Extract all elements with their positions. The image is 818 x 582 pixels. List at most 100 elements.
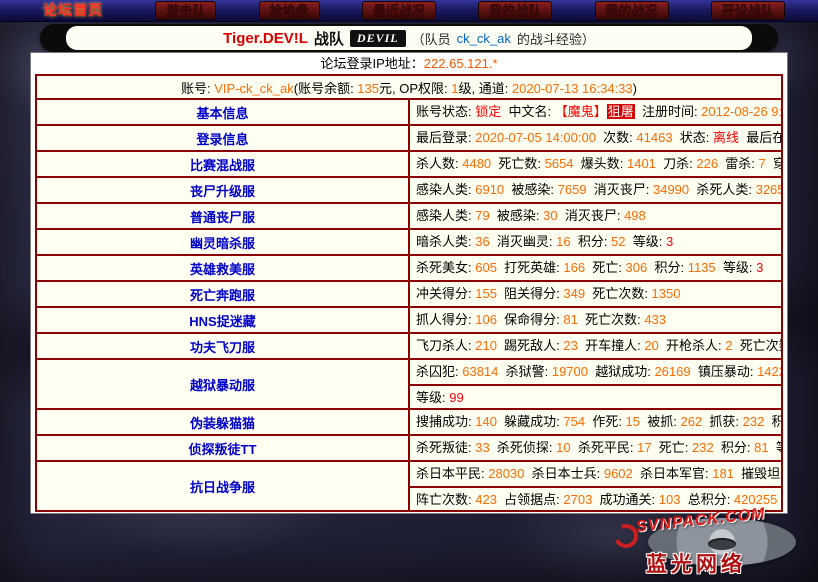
stats-row: 登录信息最后登录: 2020-07-05 14:00:00 次数: 41463 …: [36, 125, 782, 151]
stat-line: 飞刀杀人: 210 踢死敌人: 23 开车撞人: 20 开枪杀人: 2 死亡次数…: [410, 334, 781, 358]
stat-line: 搜捕成功: 140 躲藏成功: 754 作死: 15 被抓: 262 抓获: 2…: [410, 410, 781, 434]
text-segment: 注册时间:: [635, 104, 701, 119]
text-segment: 等级:: [416, 390, 449, 405]
text-segment: 开车撞人:: [578, 338, 644, 353]
text-segment: 6910: [475, 182, 504, 197]
text-segment: 16: [556, 234, 570, 249]
stats-row: 功夫飞刀服飞刀杀人: 210 踢死敌人: 23 开车撞人: 20 开枪杀人: 2…: [36, 333, 782, 359]
stats-row: HNS捉迷藏抓人得分: 106 保命得分: 81 死亡次数: 433: [36, 307, 782, 333]
server-stats: 杀日本平民: 28030 杀日本士兵: 9602 杀日本军官: 181 摧毁坦克…: [409, 461, 782, 511]
text-segment: 最后登录:: [416, 130, 475, 145]
stats-table-body: 账号: VIP-ck_ck_ak(账号余额: 135元, OP权限: 1级, 通…: [36, 75, 782, 511]
nav-item-0[interactable]: 论坛首页: [33, 2, 113, 19]
text-segment: 杀死叛徒:: [416, 440, 475, 455]
text-segment: 33: [475, 440, 489, 455]
navbar: 论坛首页 游击队 抢地盘 最近战况 我的战队 我的战况 开设战队: [0, 0, 818, 22]
text-segment: 死亡次数:: [732, 338, 781, 353]
stat-line: 抓人得分: 106 保命得分: 81 死亡次数: 433: [410, 308, 781, 332]
text-segment: 3: [666, 234, 673, 249]
nav-item-3[interactable]: 最近战况: [362, 1, 436, 20]
text-segment: 杀狱警:: [498, 364, 551, 379]
text-segment: 感染人类:: [416, 208, 475, 223]
text-segment: 感染人类:: [416, 182, 475, 197]
text-segment: 17: [637, 440, 651, 455]
team-name: Tiger.DEV!L: [223, 30, 308, 47]
server-label[interactable]: 普通丧尸服: [36, 203, 409, 229]
text-segment: 踢死敌人:: [497, 338, 563, 353]
server-label[interactable]: 越狱暴动服: [36, 359, 409, 409]
server-label[interactable]: 比赛混战服: [36, 151, 409, 177]
text-segment: 消灭幽灵:: [490, 234, 556, 249]
text-segment: 等级:: [626, 234, 666, 249]
text-segment: 杀日本军官:: [633, 466, 712, 481]
text-segment: 积分:: [571, 234, 611, 249]
text-segment: 积分:: [714, 440, 754, 455]
nav-item-1[interactable]: 游击队: [155, 1, 216, 20]
server-label[interactable]: 伪装躲猫猫: [36, 409, 409, 435]
text-segment: 166: [563, 260, 585, 275]
text-segment: 成功通关:: [592, 492, 658, 507]
stats-row: 英雄救美服杀死美女: 605 打死英雄: 166 死亡: 306 积分: 113…: [36, 255, 782, 281]
text-segment: 摧毁坦克:: [734, 466, 781, 481]
stats-row: 侦探叛徒TT杀死叛徒: 33 杀死侦探: 10 杀死平民: 17 死亡: 232…: [36, 435, 782, 461]
stats-row: 普通丧尸服感染人类: 79 被感染: 30 消灭丧尸: 498: [36, 203, 782, 229]
text-segment: 级, 通道:: [458, 81, 511, 96]
server-label[interactable]: HNS捉迷藏: [36, 307, 409, 333]
stat-line: 暗杀人类: 36 消灭幽灵: 16 积分: 52 等级: 3: [410, 230, 781, 254]
server-label[interactable]: 功夫飞刀服: [36, 333, 409, 359]
text-segment: 210: [475, 338, 497, 353]
text-segment: 抓获:: [702, 414, 742, 429]
text-segment: 杀死平民:: [571, 440, 637, 455]
text-segment: 杀死侦探:: [490, 440, 556, 455]
text-segment: 死亡次数:: [578, 312, 644, 327]
text-segment: 498: [624, 208, 646, 223]
text-segment: 7: [759, 156, 766, 171]
server-stats: 冲关得分: 155 阻关得分: 349 死亡次数: 1350: [409, 281, 782, 307]
text-segment: 锁定: [475, 104, 501, 119]
server-stats: 杀人数: 4480 死亡数: 5654 爆头数: 1401 刀杀: 226 雷杀…: [409, 151, 782, 177]
text-segment: 28030: [488, 466, 524, 481]
text-segment: 1350: [652, 286, 681, 301]
text-segment: 阵亡次数:: [416, 492, 475, 507]
server-label[interactable]: 抗日战争服: [36, 461, 409, 511]
text-segment: 262: [680, 414, 702, 429]
text-segment: 9602: [604, 466, 633, 481]
nav-item-6[interactable]: 开设战队: [711, 1, 785, 20]
text-segment: 135: [357, 81, 379, 96]
server-label[interactable]: 登录信息: [36, 125, 409, 151]
server-label[interactable]: 死亡奔跑服: [36, 281, 409, 307]
server-stats: 暗杀人类: 36 消灭幽灵: 16 积分: 52 等级: 3: [409, 229, 782, 255]
nav-item-5[interactable]: 我的战况: [595, 1, 669, 20]
stats-row: 越狱暴动服杀囚犯: 63814 杀狱警: 19700 越狱成功: 26169 镇…: [36, 359, 782, 409]
server-label[interactable]: 侦探叛徒TT: [36, 435, 409, 461]
nav-item-2[interactable]: 抢地盘: [259, 1, 320, 20]
text-segment: 越狱成功:: [588, 364, 654, 379]
text-segment: 最后在线:: [739, 130, 781, 145]
server-label[interactable]: 基本信息: [36, 99, 409, 125]
banner-subtitle-prefix: （队员: [412, 29, 451, 48]
nav-item-4[interactable]: 我的战队: [478, 1, 552, 20]
stat-line: 账号状态: 锁定 中文名: 【魔鬼】狙屠 注册时间: 2012-08-26 9:…: [410, 100, 781, 124]
text-segment: 状态:: [673, 130, 713, 145]
stats-row: 死亡奔跑服冲关得分: 155 阻关得分: 349 死亡次数: 1350: [36, 281, 782, 307]
stats-row: 抗日战争服杀日本平民: 28030 杀日本士兵: 9602 杀日本军官: 181…: [36, 461, 782, 511]
stat-line: 杀死美女: 605 打死英雄: 166 死亡: 306 积分: 1135 等级:…: [410, 256, 781, 280]
stat-line: 等级: 99: [410, 384, 781, 408]
server-stats: 杀死叛徒: 33 杀死侦探: 10 杀死平民: 17 死亡: 232 积分: 8…: [409, 435, 782, 461]
text-segment: 作死:: [585, 414, 625, 429]
server-stats: 抓人得分: 106 保命得分: 81 死亡次数: 433: [409, 307, 782, 333]
text-segment: 死亡:: [585, 260, 625, 275]
text-segment: 99: [449, 390, 463, 405]
text-segment: 杀死美女:: [416, 260, 475, 275]
text-segment: 等级:: [777, 492, 781, 507]
text-segment: 30: [543, 208, 557, 223]
text-segment: 死亡次数:: [585, 286, 651, 301]
text-segment: 306: [626, 260, 648, 275]
text-segment: 2703: [563, 492, 592, 507]
server-label[interactable]: 丧尸升级服: [36, 177, 409, 203]
text-segment: 躲藏成功:: [497, 414, 563, 429]
text-segment: 23: [563, 338, 577, 353]
server-label[interactable]: 幽灵暗杀服: [36, 229, 409, 255]
text-segment: 155: [475, 286, 497, 301]
server-label[interactable]: 英雄救美服: [36, 255, 409, 281]
